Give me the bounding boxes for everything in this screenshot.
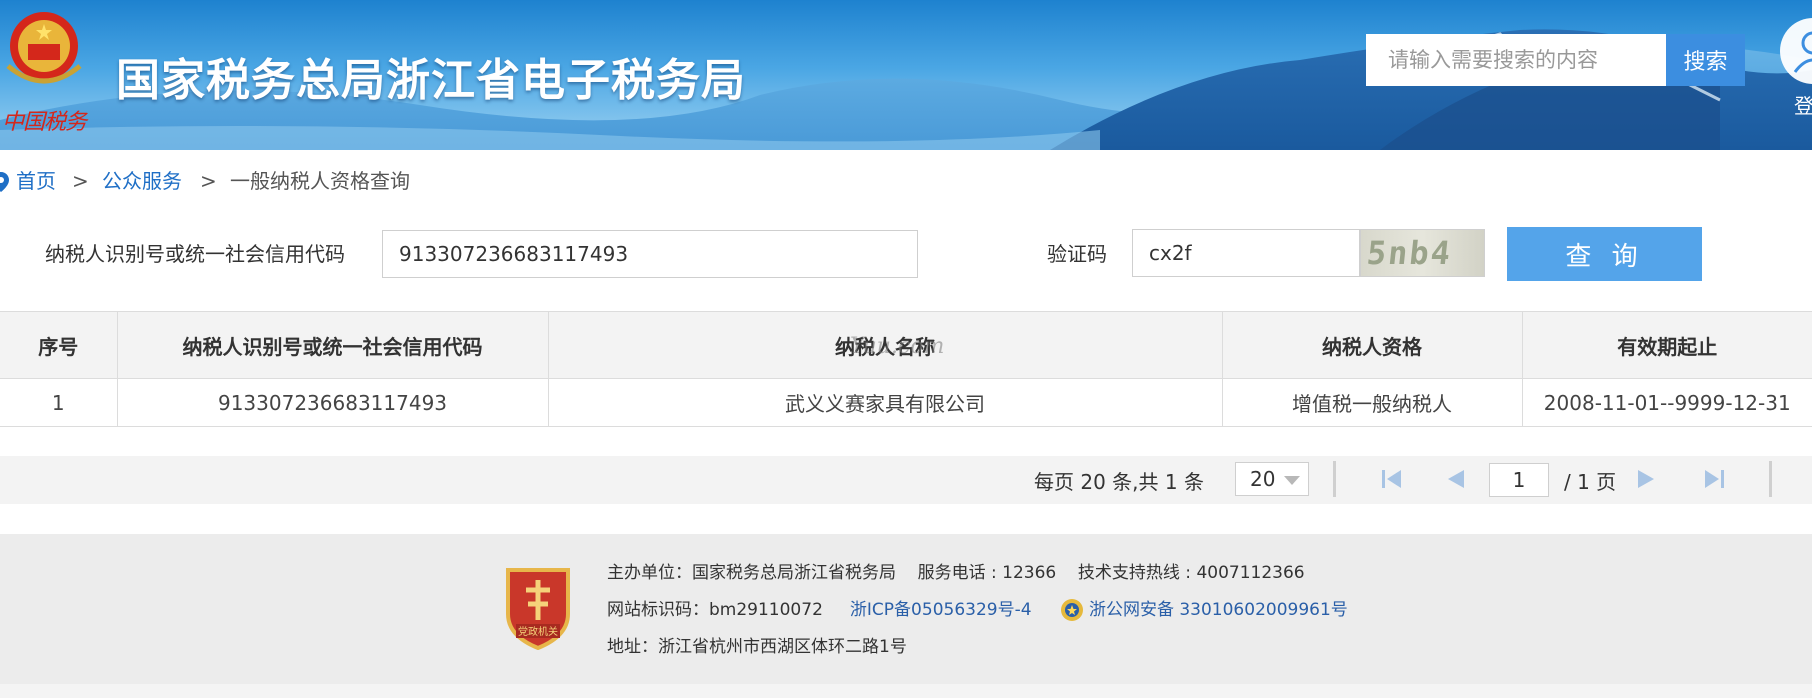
bottom-strip [0,684,1812,698]
last-page-icon[interactable] [1702,468,1726,490]
footer-site-id-label: 网站标识码： [607,600,709,620]
cell-qualification: 增值税一般纳税人 [1222,378,1523,427]
column-header-name: 纳税人名称 [548,311,1223,379]
column-header-index: 序号 [0,311,118,379]
user-icon [1793,31,1812,73]
footer-phone-value: 12366 [1002,563,1057,583]
footer-site-id-value: bm29110072 [709,600,823,620]
page-size-select[interactable]: 20 [1235,462,1309,496]
page-size-value: 20 [1250,467,1276,491]
taxid-label: 纳税人识别号或统一社会信用代码 [45,242,345,266]
next-page-icon[interactable] [1636,468,1658,490]
government-badge-icon[interactable]: 党政机关 [502,564,574,650]
table-header-row: 序号 纳税人识别号或统一社会信用代码 纳税人名称 纳税人资格 有效期起止 [0,311,1812,379]
footer-site-id-line: 网站标识码：bm29110072 浙ICP备05056329号-4 浙公网安备 … [607,595,1348,623]
column-header-qualification: 纳税人资格 [1222,311,1523,379]
chevron-down-icon [1284,476,1300,485]
footer-police-link[interactable]: 浙公网安备 33010602009961号 [1089,600,1348,620]
breadcrumb-public-service-link[interactable]: 公众服务 [102,166,182,196]
footer-host-value: 国家税务总局浙江省税务局 [692,563,896,583]
result-table: 序号 纳税人识别号或统一社会信用代码 纳税人名称 纳税人资格 有效期起止 1 9… [0,311,1812,427]
breadcrumb-home-link[interactable]: 首页 [16,166,56,196]
site-title: 国家税务总局浙江省电子税务局 [116,55,746,106]
footer-support-label: 技术支持热线 : [1077,563,1197,583]
query-button[interactable]: 查 询 [1507,227,1702,281]
table-row: 1 913307236683117493 武义义赛家具有限公司 增值税一般纳税人… [0,378,1812,427]
taxid-input[interactable] [382,230,918,278]
column-header-validity: 有效期起止 [1522,311,1812,379]
captcha-image-text: 5nb4 [1365,234,1455,272]
cell-index: 1 [0,378,118,427]
cell-name: 武义义赛家具有限公司 [548,378,1223,427]
page-number-input[interactable] [1489,463,1549,497]
footer-host-line: 主办单位：国家税务总局浙江省税务局 服务电话 : 12366 技术支持热线 : … [607,558,1305,583]
cell-taxid: 913307236683117493 [117,378,549,427]
footer-address-value: 浙江省杭州市西湖区体环二路1号 [658,637,907,657]
pagination-divider [1333,461,1336,497]
breadcrumb-current-page: 一般纳税人资格查询 [230,169,410,193]
site-search-button[interactable]: 搜索 [1666,34,1745,86]
footer-icp-link[interactable]: 浙ICP备05056329号-4 [850,600,1032,620]
pagination-divider [1769,461,1772,497]
column-header-taxid: 纳税人识别号或统一社会信用代码 [117,311,549,379]
footer-address-line: 地址：浙江省杭州市西湖区体环二路1号 [607,632,907,657]
site-header: 中国税务 国家税务总局浙江省电子税务局 搜索 登 [0,0,1812,150]
badge-text: 党政机关 [518,625,558,638]
first-page-icon[interactable] [1380,468,1404,490]
cell-validity: 2008-11-01--9999-12-31 [1522,378,1812,427]
prev-page-icon[interactable] [1444,468,1466,490]
location-pin-icon [0,172,9,192]
pagination-bar: 每页 20 条,共 1 条 20 / 1 页 [0,456,1812,504]
login-label[interactable]: 登 [1794,90,1812,119]
footer-address-label: 地址： [607,637,658,657]
captcha-image[interactable]: 5nb4 [1360,229,1485,277]
pagination-summary: 每页 20 条,共 1 条 [1034,470,1204,494]
police-badge-icon [1060,599,1083,621]
footer-support-value: 4007112366 [1196,563,1305,583]
site-footer: 党政机关 主办单位：国家税务总局浙江省税务局 服务电话 : 12366 技术支持… [0,534,1812,684]
site-search-input[interactable] [1366,34,1666,86]
captcha-input[interactable] [1132,229,1360,277]
captcha-label: 验证码 [1047,242,1107,266]
breadcrumb-separator: > [200,169,217,193]
pagination-total-pages: / 1 页 [1564,470,1617,494]
brand-script-logo: 中国税务 [2,110,87,135]
footer-phone-label: 服务电话 : [917,563,1003,583]
footer-host-label: 主办单位： [607,563,692,583]
breadcrumb-separator: > [72,169,89,193]
national-emblem-icon [6,12,82,84]
